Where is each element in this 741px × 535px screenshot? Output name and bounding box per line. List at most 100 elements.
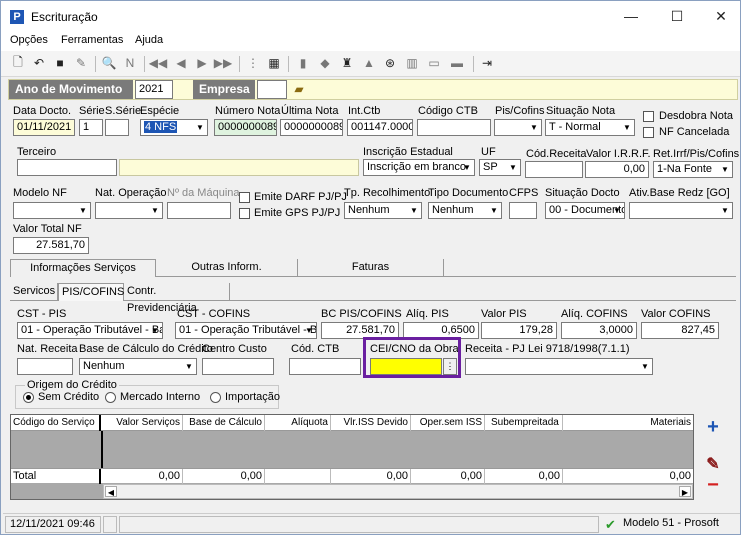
situacao-nota-select[interactable]: T - Normal ▼ — [545, 119, 635, 136]
tab-faturas[interactable]: Faturas — [298, 259, 444, 277]
cei-search-button[interactable]: ⋮ — [443, 358, 457, 375]
col-subempreitada[interactable]: Subempreitada — [485, 415, 563, 431]
save-icon[interactable]: ■ — [52, 55, 68, 71]
maximize-button[interactable]: ☐ — [657, 5, 697, 27]
radio-mercado-interno[interactable] — [105, 392, 116, 403]
tipo-documento-select[interactable]: Nenhum ▼ — [428, 202, 502, 219]
list-icon[interactable]: ▭ — [426, 55, 442, 71]
close-button[interactable]: ✕ — [701, 5, 741, 27]
ativ-base-select[interactable]: ▼ — [629, 202, 733, 219]
tools-icon[interactable]: ▲ — [361, 55, 377, 71]
undo-icon[interactable]: ↶ — [31, 55, 47, 71]
numero-maquina-input[interactable] — [167, 202, 231, 219]
terceiro-name-input[interactable] — [119, 159, 359, 176]
serie-input[interactable]: 1 — [79, 119, 103, 136]
cfps-input[interactable] — [509, 202, 537, 219]
exit-door-icon[interactable]: ⇥ — [479, 55, 495, 71]
valor-total-input[interactable]: 27.581,70 — [13, 237, 89, 254]
valor-cofins-input[interactable]: 827,45 — [641, 322, 719, 339]
numero-nota-input[interactable]: 0000000089 — [214, 119, 277, 136]
radio-sem-credito[interactable] — [23, 392, 34, 403]
ultima-nota-input[interactable]: 0000000089 — [280, 119, 343, 136]
cod-receita-input[interactable] — [525, 161, 583, 178]
new-document-icon[interactable]: 🗋 — [10, 55, 26, 71]
col-codigo-servico[interactable]: Código do Serviço — [11, 415, 101, 431]
irrf-input[interactable]: 0,00 — [585, 161, 649, 178]
nfe-icon[interactable]: N — [122, 55, 138, 71]
menu-ferramentas[interactable]: Ferramentas — [61, 34, 123, 46]
cod-ctb-input[interactable] — [289, 358, 361, 375]
binoculars-icon[interactable]: ◆ — [317, 55, 333, 71]
uf-select[interactable]: SP ▼ — [479, 159, 521, 176]
tab-servicos[interactable]: Servicos — [10, 283, 58, 301]
cei-cno-input[interactable] — [370, 358, 442, 375]
tp-recolhimento-select[interactable]: Nenhum ▼ — [344, 202, 422, 219]
calculator-icon[interactable]: ▦ — [266, 55, 282, 71]
company-input[interactable] — [257, 80, 287, 99]
emite-gps-checkbox[interactable] — [239, 208, 250, 219]
scroll-right-icon[interactable]: ▶ — [679, 486, 691, 497]
nat-operacao-select[interactable]: ▼ — [95, 202, 163, 219]
modelo-nf-select[interactable]: ▼ — [13, 202, 91, 219]
especie-select[interactable]: 4 NFS ▼ — [140, 119, 208, 136]
scroll-left-icon[interactable]: ◀ — [105, 486, 117, 497]
minimize-button[interactable]: — — [611, 5, 651, 27]
add-row-button[interactable]: + — [702, 417, 724, 439]
preview-icon[interactable]: 🔍 — [101, 55, 117, 71]
col-aliquota[interactable]: Alíquota — [265, 415, 331, 431]
col-valor-servicos[interactable]: Valor Serviços — [101, 415, 183, 431]
menu-opcoes[interactable]: Opções — [10, 34, 48, 46]
col-base-calculo[interactable]: Base de Cálculo — [183, 415, 265, 431]
piscofins-select[interactable]: ▼ — [494, 119, 542, 136]
remove-row-button[interactable]: − — [702, 475, 724, 497]
report-icon[interactable]: ▥ — [404, 55, 420, 71]
tab-informacoes-servicos[interactable]: Informações Serviços — [10, 259, 156, 277]
nat-receita-input[interactable] — [17, 358, 73, 375]
previous-record-icon[interactable]: ◀ — [173, 55, 189, 71]
cst-cofins-select[interactable]: 01 - Operação Tributável - Base▼ — [175, 322, 317, 339]
inscricao-estadual-select[interactable]: Inscrição em branco ▼ — [363, 159, 475, 176]
book-icon[interactable]: ▮ — [295, 55, 311, 71]
radio-importacao[interactable] — [210, 392, 221, 403]
coin-icon[interactable]: ⊛ — [382, 55, 398, 71]
codigo-ctb-input[interactable] — [417, 119, 491, 136]
terceiro-label: Terceiro — [17, 146, 57, 158]
data-docto-input[interactable]: 01/11/2021 — [13, 119, 75, 136]
col-oper-sem-iss[interactable]: Oper.sem ISS — [411, 415, 485, 431]
intctb-input[interactable]: 001147.0000 — [347, 119, 413, 136]
delete-icon[interactable]: ✎ — [73, 55, 89, 71]
terceiro-code-input[interactable] — [17, 159, 117, 176]
ret-irrf-select[interactable]: 1-Na Fonte ▼ — [653, 161, 733, 178]
col-materiais[interactable]: Materiais — [563, 415, 693, 431]
aliq-cofins-input[interactable]: 3,0000 — [561, 322, 637, 339]
serie-label: Série — [79, 105, 105, 117]
sserie-input[interactable] — [105, 119, 129, 136]
company-label: Empresa — [193, 80, 255, 99]
tree-icon[interactable]: ⋮ — [245, 55, 261, 71]
menu-ajuda[interactable]: Ajuda — [135, 34, 163, 46]
tab-outras-inform[interactable]: Outras Inform. — [156, 259, 298, 277]
grid-horizontal-scrollbar[interactable]: ◀ ▶ — [103, 484, 693, 499]
next-record-icon[interactable]: ▶ — [194, 55, 210, 71]
minus-icon[interactable]: ▬ — [449, 55, 465, 71]
nf-cancelada-checkbox[interactable] — [643, 127, 654, 138]
valor-pis-input[interactable]: 179,28 — [481, 322, 557, 339]
status-panel-2 — [103, 516, 117, 533]
irrf-label: Valor I.R.R.F. — [586, 148, 651, 160]
open-folder-icon[interactable]: ▰ — [291, 81, 307, 97]
emite-darf-checkbox[interactable] — [239, 192, 250, 203]
centro-custo-input[interactable] — [202, 358, 274, 375]
situacao-docto-select[interactable]: 00 - Documento ▼ — [545, 202, 625, 219]
receita-pj-select[interactable]: ▼ — [465, 358, 653, 375]
cst-pis-select[interactable]: 01 - Operação Tributável - Base ▼ — [17, 322, 163, 339]
col-vlr-iss-devido[interactable]: Vlr.ISS Devido — [331, 415, 411, 431]
stamp-icon[interactable]: ♜ — [339, 55, 355, 71]
tipo-documento-label: Tipo Documento — [428, 187, 509, 199]
year-input[interactable]: 2021 — [135, 80, 173, 99]
tab-contr-previdenciaria[interactable]: Contr. Previdenciária — [124, 283, 230, 314]
desdobra-nota-checkbox[interactable] — [643, 111, 654, 122]
base-calculo-select[interactable]: Nenhum ▼ — [79, 358, 197, 375]
tab-pis-cofins[interactable]: PIS/COFINS — [58, 283, 124, 301]
last-record-icon[interactable]: ▶▶ — [214, 55, 232, 71]
first-record-icon[interactable]: ◀◀ — [149, 55, 167, 71]
